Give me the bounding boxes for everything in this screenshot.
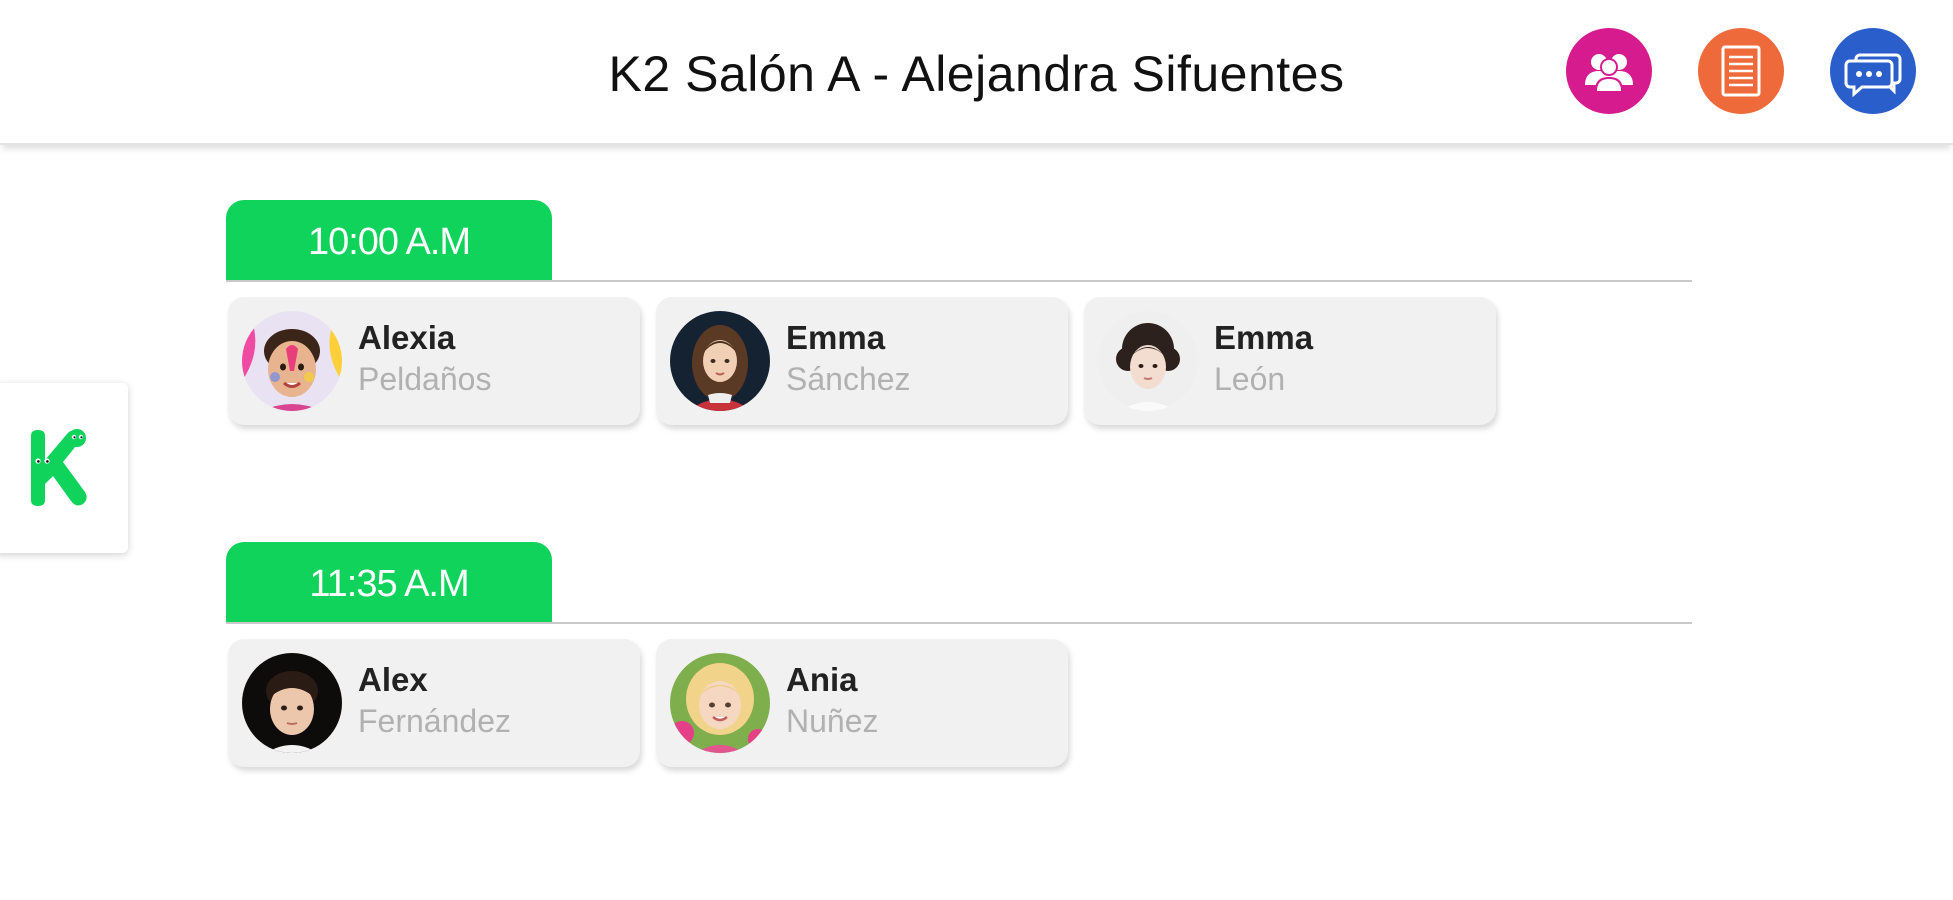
avatar xyxy=(670,311,770,411)
student-first-name: Emma xyxy=(786,319,886,356)
students-button[interactable] xyxy=(1566,28,1652,114)
student-card[interactable]: Alexia Peldaños xyxy=(228,297,640,425)
k-logo-icon xyxy=(31,429,87,506)
student-first-name: Alexia xyxy=(358,319,456,356)
student-last-name: Fernández xyxy=(358,703,511,739)
student-cards: Alex Fernández Ania Nuñez xyxy=(226,639,1692,769)
student-card[interactable]: Ania Nuñez xyxy=(656,639,1068,767)
group-divider xyxy=(226,280,1692,282)
student-first-name: Ania xyxy=(786,661,858,698)
avatar xyxy=(670,653,770,753)
avatar xyxy=(242,653,342,753)
student-last-name: León xyxy=(1214,361,1286,397)
student-card[interactable]: Emma Sánchez xyxy=(656,297,1068,425)
student-last-name: Sánchez xyxy=(786,361,911,397)
group-icon xyxy=(1585,54,1633,91)
chat-icon xyxy=(1844,53,1902,98)
group-divider xyxy=(226,622,1692,624)
app-header: K2 Salón A - Alejandra Sifuentes xyxy=(0,0,1953,145)
page-title: K2 Salón A - Alejandra Sifuentes xyxy=(608,46,1345,102)
side-menu-tab[interactable] xyxy=(0,383,128,553)
student-card[interactable]: Alex Fernández xyxy=(228,639,640,767)
schedule-group: 10:00 A.M Alexia Peldaños Emma Sánchez E… xyxy=(226,200,1692,427)
time-badge: 11:35 A.M xyxy=(226,542,552,622)
student-first-name: Emma xyxy=(1214,319,1314,356)
student-last-name: Nuñez xyxy=(786,703,879,739)
reports-button[interactable] xyxy=(1698,28,1784,114)
avatar xyxy=(242,311,342,411)
student-first-name: Alex xyxy=(358,661,428,698)
student-card[interactable]: Emma León xyxy=(1084,297,1496,425)
student-cards: Alexia Peldaños Emma Sánchez Emma León xyxy=(226,297,1692,427)
document-icon xyxy=(1721,45,1761,97)
schedule-group: 11:35 A.M Alex Fernández Ania Nuñez xyxy=(226,542,1692,769)
student-last-name: Peldaños xyxy=(358,361,492,397)
time-badge: 10:00 A.M xyxy=(226,200,552,280)
avatar xyxy=(1098,311,1198,411)
messages-button[interactable] xyxy=(1830,28,1916,114)
